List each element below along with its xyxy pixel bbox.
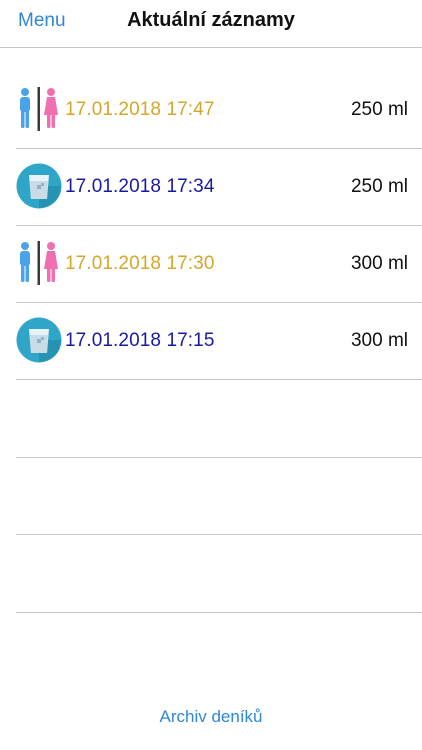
page-title: Aktuální záznamy <box>127 9 295 31</box>
record-amount: 250 ml <box>350 176 408 197</box>
glass-of-water-icon <box>16 317 62 363</box>
toilet-icon <box>16 86 62 132</box>
list-item[interactable]: 17.01.2018 17:15 300 ml <box>16 303 422 380</box>
empty-row <box>16 535 422 613</box>
record-amount: 300 ml <box>350 330 408 351</box>
record-time: 17.01.2018 17:47 <box>65 99 215 120</box>
archive-link[interactable]: Archiv deníků <box>0 707 422 727</box>
glass-of-water-icon <box>16 163 62 209</box>
record-amount: 300 ml <box>350 253 408 274</box>
record-time: 17.01.2018 17:34 <box>65 176 215 197</box>
list-item[interactable]: 17.01.2018 17:47 250 ml <box>16 72 422 149</box>
empty-row <box>16 380 422 458</box>
navigation-bar: Menu Aktuální záznamy <box>0 0 422 48</box>
list-item[interactable]: 17.01.2018 17:30 300 ml <box>16 226 422 303</box>
record-time: 17.01.2018 17:15 <box>65 330 215 351</box>
list-item[interactable]: 17.01.2018 17:34 250 ml <box>16 149 422 226</box>
records-list: 17.01.2018 17:47 250 ml 17.01.2018 17:34… <box>0 72 422 613</box>
record-amount: 250 ml <box>350 99 408 120</box>
toilet-icon <box>16 240 62 286</box>
empty-row <box>16 458 422 535</box>
record-time: 17.01.2018 17:30 <box>65 253 215 274</box>
